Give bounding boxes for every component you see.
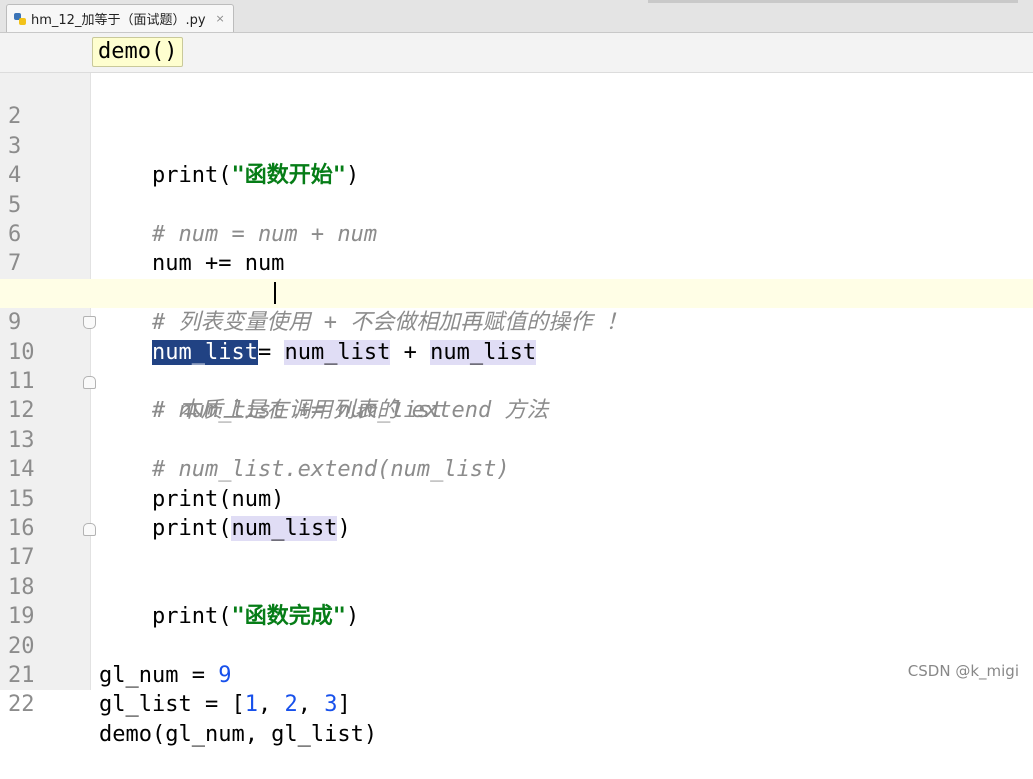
code-line[interactable]: 18 <box>0 543 1033 600</box>
code-line[interactable]: 6 num += num <box>0 191 1033 276</box>
code-line[interactable]: 15 print(num_list) <box>0 455 1033 541</box>
code-line[interactable]: 16 <box>0 485 1033 541</box>
fold-end-icon[interactable] <box>83 376 96 389</box>
code-text: demo(gl_num, gl_list) <box>99 721 378 747</box>
code-line[interactable]: 17 print("函数完成") <box>0 514 1033 629</box>
file-tab-label: hm_12_加等于（面试题）.py <box>31 13 206 28</box>
code-line[interactable]: 2 <box>0 73 1033 129</box>
code-line[interactable]: 11 # num_list += num_list <box>0 338 1033 423</box>
editor-tab-bar: hm_12_加等于（面试题）.py × <box>0 0 1033 33</box>
fold-marker-icon[interactable] <box>83 316 96 330</box>
text-cursor <box>274 281 276 304</box>
code-line[interactable]: 10 # 本质上是在调用列表的 extend 方法 <box>0 308 1033 423</box>
code-line[interactable]: 8 # 列表变量使用 + 不会做相加再赋值的操作 ！ <box>0 249 1033 335</box>
code-line[interactable]: 20 gl_num = 9 <box>0 602 1033 688</box>
code-line[interactable]: 3 print("函数开始") <box>0 102 1033 188</box>
code-line[interactable]: 5 # num = num + num <box>0 161 1033 247</box>
code-line[interactable]: 19 <box>0 573 1033 629</box>
code-line[interactable]: 7 <box>0 220 1033 276</box>
code-editor[interactable]: 2 3 print("函数开始") 4 5 # num = num + num … <box>0 73 1033 747</box>
current-code-line[interactable]: 9 num_list= num_list + num_list <box>0 278 1033 365</box>
file-tab[interactable]: hm_12_加等于（面试题）.py × <box>6 4 234 32</box>
code-line[interactable]: 4 <box>0 132 1033 188</box>
close-tab-icon[interactable]: × <box>216 12 225 25</box>
fold-end-icon[interactable] <box>83 523 96 536</box>
watermark: CSDN @k_migi <box>907 662 1019 680</box>
code-line[interactable]: 12 # num_list.extend(num_list) <box>0 367 1033 482</box>
python-file-icon <box>13 12 27 26</box>
tab-bar-scroll-indicator <box>648 0 1018 3</box>
breadcrumb-bar: demo() <box>0 33 1033 73</box>
breadcrumb-function[interactable]: demo() <box>92 37 184 67</box>
line-number: 22 <box>8 692 35 718</box>
code-line[interactable]: 14 print(num) <box>0 426 1033 511</box>
code-line[interactable]: 13 <box>0 396 1033 453</box>
code-line[interactable]: 22 demo(gl_num, gl_list) <box>0 661 1033 746</box>
code-text: gl_list = [1, 2, 3] <box>99 692 351 718</box>
code-line[interactable]: 21 gl_list = [1, 2, 3] <box>0 632 1033 717</box>
